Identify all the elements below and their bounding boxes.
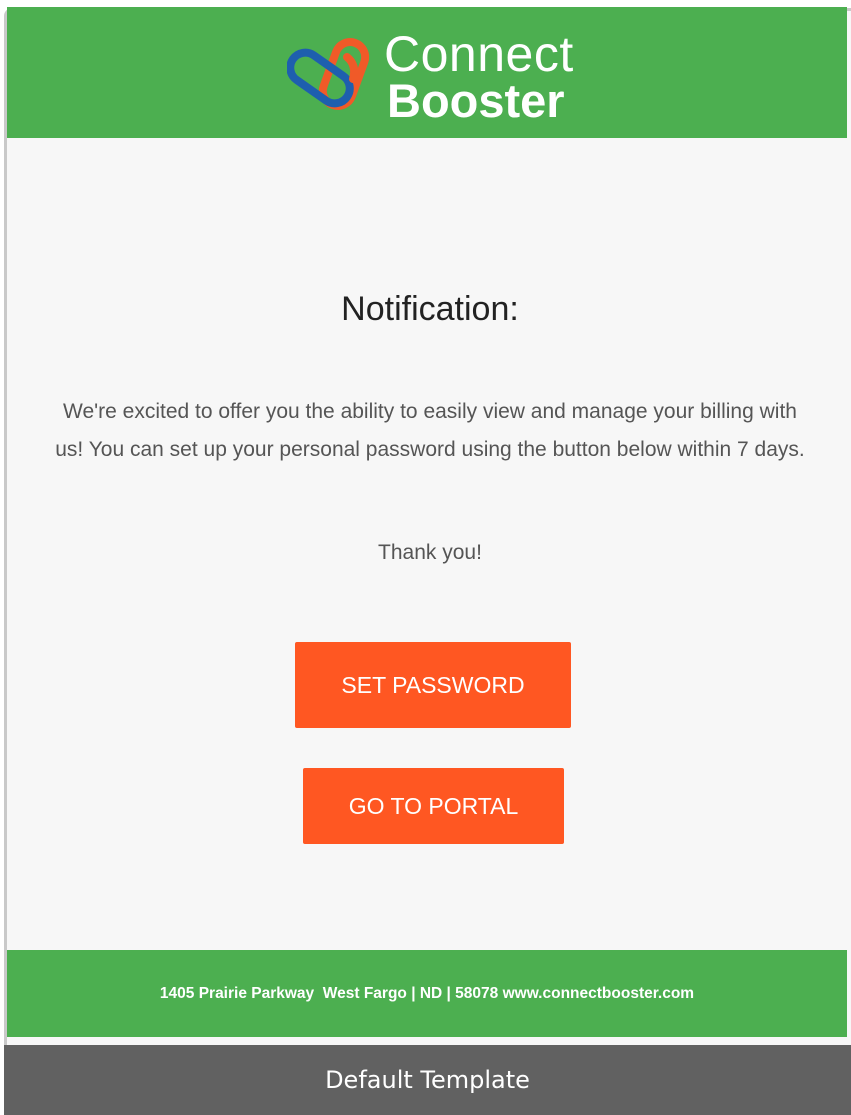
logo-word-booster: Booster: [387, 74, 565, 127]
notification-message: We're excited to offer you the ability t…: [55, 400, 805, 461]
email-header: Connect Booster: [7, 7, 847, 138]
thanks-text: Thank you!: [378, 541, 482, 564]
chain-link-icon: [287, 38, 370, 110]
set-password-button[interactable]: SET PASSWORD: [295, 642, 571, 728]
logo-word-connect: Connect: [384, 26, 574, 82]
go-to-portal-button[interactable]: GO TO PORTAL: [303, 768, 564, 844]
email-footer: 1405 Prairie Parkway West Fargo | ND | 5…: [7, 950, 847, 1037]
email-body: Notification: We're excited to offer you…: [7, 138, 847, 950]
connect-booster-logo: Connect Booster: [287, 27, 597, 127]
notification-title: Notification:: [341, 290, 519, 328]
template-caption-label: Default Template: [325, 1066, 530, 1094]
footer-address: 1405 Prairie Parkway West Fargo | ND | 5…: [159, 984, 695, 1002]
template-caption: Default Template: [4, 1045, 851, 1115]
